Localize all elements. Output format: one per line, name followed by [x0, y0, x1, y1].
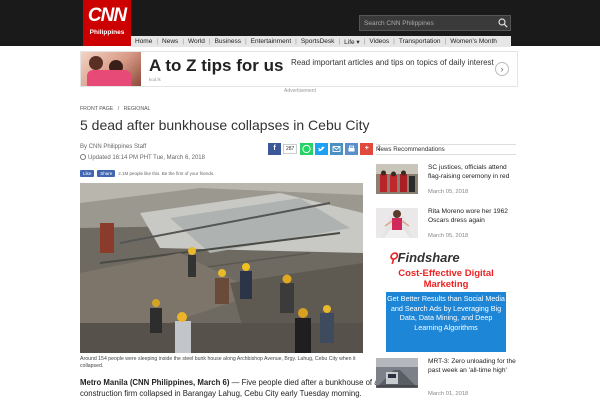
- logo-text: CNN: [87, 5, 127, 26]
- news-item-date: March 05, 2018: [428, 189, 469, 195]
- news-thumbnail: [376, 358, 418, 388]
- logo-subtext: Philippines: [89, 29, 125, 36]
- advertisement-label: Advertisement: [284, 88, 316, 94]
- top-advertisement[interactable]: A to Z tips for us kod.lk Read important…: [80, 51, 518, 87]
- clock-icon: [80, 154, 86, 160]
- ad-headline: A to Z tips for us: [149, 56, 284, 75]
- nav-item-entertainment[interactable]: Entertainment: [247, 38, 295, 45]
- updated-text: Updated 16:14 PM PHT Tue, March 6, 2018: [88, 155, 205, 161]
- share-count: 287: [283, 144, 298, 154]
- nav-item-videos[interactable]: Videos: [365, 38, 393, 45]
- nav-item-sportsdesk[interactable]: SportsDesk: [297, 38, 339, 45]
- facebook-share-button[interactable]: Share: [97, 170, 116, 177]
- news-item-title[interactable]: SC justices, officials attend flag-raisi…: [428, 164, 518, 181]
- nav-item-world[interactable]: World: [184, 38, 209, 45]
- ad-image: [81, 52, 141, 86]
- news-item[interactable]: MRT-3: Zero unloading for the past week …: [376, 358, 516, 398]
- findshare-logo: ⚲Findshare: [388, 250, 460, 266]
- article-title: 5 dead after bunkhouse collapses in Cebu…: [80, 117, 370, 133]
- breadcrumb-front-page[interactable]: FRONT PAGE: [80, 106, 113, 112]
- article-updated: Updated 16:14 PM PHT Tue, March 6, 2018: [80, 154, 205, 161]
- article-photo[interactable]: [80, 183, 363, 353]
- nav-item-transportation[interactable]: Transportation: [395, 38, 445, 45]
- breadcrumb-separator: /: [117, 106, 120, 112]
- location-pin-icon: ⚲: [388, 250, 398, 265]
- nav-item-life[interactable]: Life ▾: [340, 38, 364, 46]
- facebook-like-button[interactable]: Like: [80, 170, 95, 177]
- findshare-body: Get Better Results than Social Media and…: [386, 292, 506, 352]
- collapse-scene-image: [80, 183, 363, 353]
- plus-share-icon[interactable]: +: [360, 143, 374, 155]
- ad-source: kod.lk: [149, 77, 161, 82]
- print-share-icon[interactable]: [345, 143, 359, 155]
- article-lead: Metro Manila (CNN Philippines, March 6) …: [80, 378, 380, 399]
- twitter-share-icon[interactable]: [315, 143, 329, 155]
- main-nav: Home | News | World | Business | Entertainme…: [131, 36, 511, 47]
- search-input[interactable]: [360, 16, 494, 30]
- share-bar: f 287 + 2: [268, 143, 381, 155]
- facebook-like-bar: Like Share 2.1M people like this. Be the…: [80, 170, 214, 177]
- chevron-right-icon[interactable]: ›: [495, 62, 509, 76]
- news-thumbnail: [376, 164, 418, 194]
- nav-item-home[interactable]: Home: [131, 38, 156, 45]
- email-share-icon[interactable]: [330, 143, 344, 155]
- news-thumbnail: [376, 208, 418, 238]
- nav-item-womens-month[interactable]: Women's Month: [446, 38, 501, 45]
- search-icon[interactable]: [498, 18, 508, 28]
- findshare-advertisement[interactable]: ⚲Findshare Cost-Effective Digital Market…: [376, 250, 516, 352]
- news-item-date: March 05, 2018: [428, 233, 469, 239]
- news-item-date: March 01, 2018: [428, 391, 469, 397]
- news-item-title[interactable]: MRT-3: Zero unloading for the past week …: [428, 358, 518, 375]
- cnn-philippines-logo[interactable]: CNN Philippines: [83, 0, 131, 46]
- ad-text: Read important articles and tips on topi…: [291, 58, 494, 67]
- nav-item-business[interactable]: Business: [211, 38, 245, 45]
- news-recommendations-header: News Recommendations: [376, 144, 516, 155]
- news-item[interactable]: Rita Moreno wore her 1962 Oscars dress a…: [376, 208, 516, 248]
- findshare-brand: Findshare: [397, 250, 460, 265]
- photo-caption: Around 154 people were sleeping inside t…: [80, 356, 356, 369]
- breadcrumb: FRONT PAGE / REGIONAL: [80, 106, 153, 112]
- lead-dateline: Metro Manila (CNN Philippines, March 6): [80, 378, 230, 387]
- news-item-title[interactable]: Rita Moreno wore her 1962 Oscars dress a…: [428, 208, 518, 225]
- whatsapp-share-icon[interactable]: [300, 143, 314, 155]
- search-box: [359, 15, 511, 31]
- breadcrumb-regional[interactable]: REGIONAL: [124, 106, 151, 112]
- nav-item-news[interactable]: News: [158, 38, 182, 45]
- news-item[interactable]: SC justices, officials attend flag-raisi…: [376, 164, 516, 204]
- findshare-headline: Cost-Effective Digital Marketing: [398, 268, 494, 290]
- facebook-like-text: 2.1M people like this. Be the first of y…: [118, 171, 215, 176]
- article-byline: By CNN Philippines Staff: [80, 144, 147, 150]
- facebook-share-icon[interactable]: f: [268, 143, 281, 155]
